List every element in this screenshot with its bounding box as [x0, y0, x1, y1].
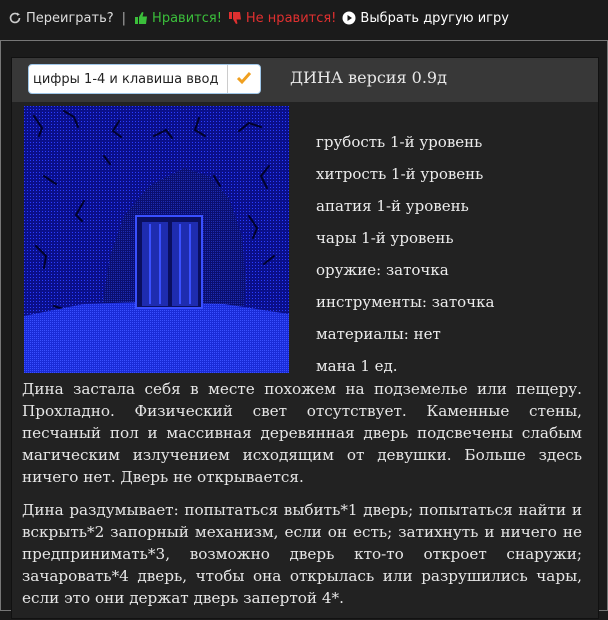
game-header: ДИНА версия 0.9д [12, 58, 598, 102]
top-bar: Переиграть? | Нравится! Не нравится! Выб… [0, 0, 608, 36]
thumbs-up-icon [134, 11, 148, 25]
thumbs-down-icon [228, 11, 242, 25]
replay-label: Переиграть? [26, 10, 114, 26]
dislike-label: Не нравится! [245, 10, 337, 26]
play-circle-icon [342, 11, 356, 25]
character-stats: грубость 1-й уровень хитрость 1-й уровен… [316, 126, 494, 382]
choose-game-link[interactable]: Выбрать другую игру [342, 11, 509, 26]
stat-cunning: хитрость 1-й уровень [316, 165, 484, 183]
command-input[interactable] [29, 65, 227, 93]
game-title: ДИНА версия 0.9д [290, 68, 447, 87]
command-input-group [28, 64, 261, 94]
refresh-icon [8, 11, 22, 25]
like-label: Нравится! [152, 10, 222, 26]
submit-button[interactable] [227, 65, 260, 93]
dislike-button[interactable]: Не нравится! [228, 10, 337, 26]
replay-link[interactable]: Переиграть? [8, 11, 114, 26]
story-text: Дина застала себя в месте похожем на под… [22, 378, 582, 620]
stat-materials: материалы: нет [316, 325, 441, 343]
choose-game-label: Выбрать другую игру [360, 10, 509, 26]
game-frame: ДИНА версия 0.9д [0, 40, 608, 619]
stat-tools: инструменты: заточка [316, 293, 495, 311]
stat-weapon: оружие: заточка [316, 261, 449, 279]
stat-rudeness: грубость 1-й уровень [316, 133, 483, 151]
like-button[interactable]: Нравится! [134, 11, 222, 26]
checkmark-icon [236, 70, 252, 89]
story-paragraph: Дина раздумывает: попытаться выбить*1 дв… [22, 501, 582, 607]
stat-apathy: апатия 1-й уровень [316, 197, 469, 215]
story-paragraph: Дина застала себя в месте похожем на под… [22, 380, 582, 486]
stat-charms: чары 1-й уровень [316, 229, 454, 247]
game-panel: ДИНА версия 0.9д [11, 57, 599, 619]
topbar-separator: | [121, 10, 127, 26]
scene-image [24, 106, 289, 373]
